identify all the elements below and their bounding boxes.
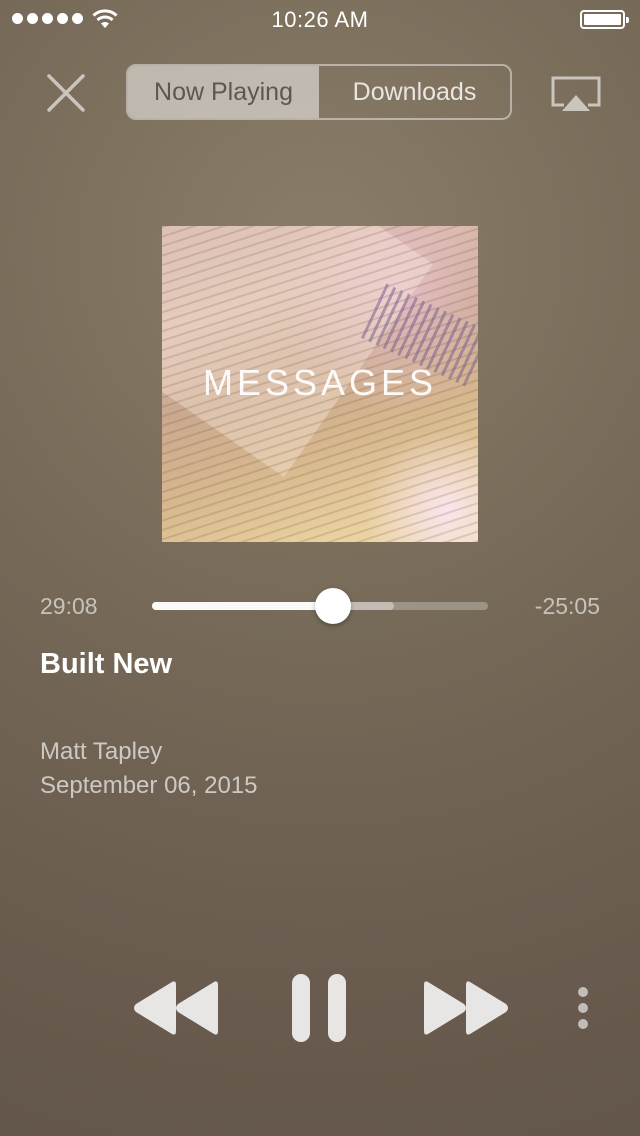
more-icon[interactable] — [571, 986, 595, 1032]
track-date: September 06, 2015 — [40, 772, 258, 799]
remaining-time: -25:05 — [534, 593, 600, 619]
progress-slider[interactable] — [152, 588, 488, 624]
battery-icon — [580, 10, 629, 29]
album-artwork: MESSAGES — [162, 226, 478, 542]
progress-knob[interactable] — [315, 588, 352, 624]
pause-icon[interactable] — [288, 972, 352, 1044]
played-bar — [152, 602, 334, 610]
rewind-icon[interactable] — [130, 972, 220, 1044]
status-time: 10:26 AM — [271, 7, 369, 32]
tab-now-playing[interactable]: Now Playing — [128, 66, 319, 118]
airplay-icon[interactable] — [550, 75, 602, 111]
elapsed-time: 29:08 — [40, 593, 98, 619]
fast-forward-icon[interactable] — [420, 972, 512, 1044]
artwork-title: MESSAGES — [202, 362, 438, 403]
close-icon[interactable] — [46, 73, 86, 113]
status-bar: 10:26 AM — [0, 0, 640, 40]
track-title: Built New — [40, 648, 173, 680]
tab-downloads[interactable]: Downloads — [319, 66, 510, 118]
speaker-name: Matt Tapley — [40, 738, 163, 765]
view-segmented-control: Now Playing Downloads — [126, 64, 512, 120]
